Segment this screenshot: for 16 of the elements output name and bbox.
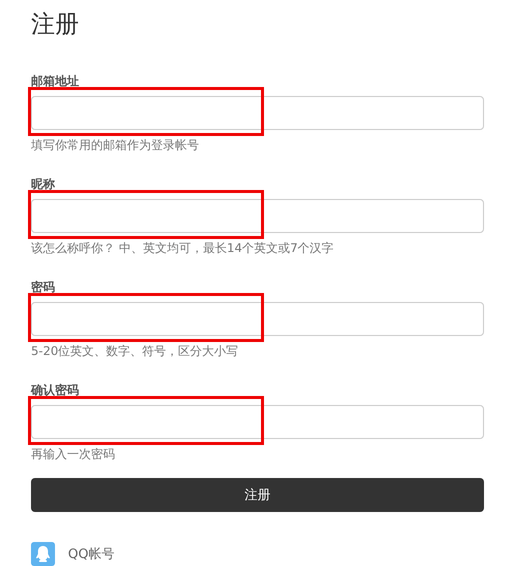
field-label: 邮箱地址 <box>31 73 79 89</box>
field-hint: 再输入一次密码 <box>31 446 115 462</box>
field-label: 确认密码 <box>31 382 79 398</box>
input-field[interactable] <box>31 405 484 439</box>
register-button[interactable]: 注册 <box>31 478 484 512</box>
field-hint: 填写你常用的邮箱作为登录帐号 <box>31 137 199 153</box>
input-field[interactable] <box>31 96 484 130</box>
field-hint: 5-20位英文、数字、符号，区分大小写 <box>31 343 238 359</box>
input-field[interactable] <box>31 302 484 336</box>
field-hint: 该怎么称呼你？ 中、英文均可，最长14个英文或7个汉字 <box>31 240 334 256</box>
input-field[interactable] <box>31 199 484 233</box>
penguin-icon[interactable] <box>31 542 55 566</box>
social-login-link[interactable]: QQ帐号 <box>68 545 114 563</box>
field-label: 密码 <box>31 279 55 295</box>
page-title: 注册 <box>31 9 80 40</box>
field-label: 昵称 <box>31 176 55 192</box>
